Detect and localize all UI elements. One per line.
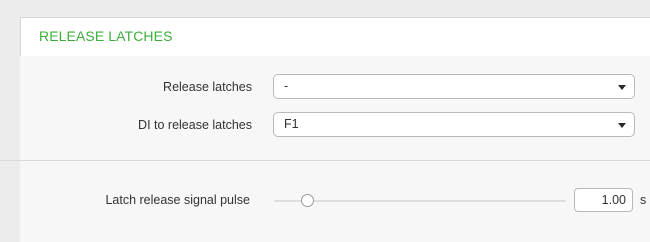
chevron-down-icon (618, 123, 626, 128)
di-release-latches-value: F1 (284, 117, 299, 131)
chevron-down-icon (618, 85, 626, 90)
latch-pulse-input[interactable]: 1.00 (574, 188, 633, 212)
release-latches-select[interactable]: - (273, 74, 635, 99)
di-release-latches-label: DI to release latches (138, 118, 252, 132)
latch-pulse-slider-thumb[interactable] (301, 194, 314, 207)
section-divider (0, 160, 650, 161)
panel-header: RELEASE LATCHES (21, 18, 650, 57)
release-latches-value: - (284, 79, 289, 93)
panel-title: RELEASE LATCHES (39, 28, 173, 44)
latch-pulse-label: Latch release signal pulse (105, 193, 250, 207)
di-release-latches-select[interactable]: F1 (273, 112, 635, 137)
release-latches-label: Release latches (163, 80, 252, 94)
latch-pulse-unit: s (640, 193, 647, 207)
latch-pulse-slider-track[interactable] (274, 200, 566, 202)
latch-pulse-value: 1.00 (601, 193, 626, 207)
